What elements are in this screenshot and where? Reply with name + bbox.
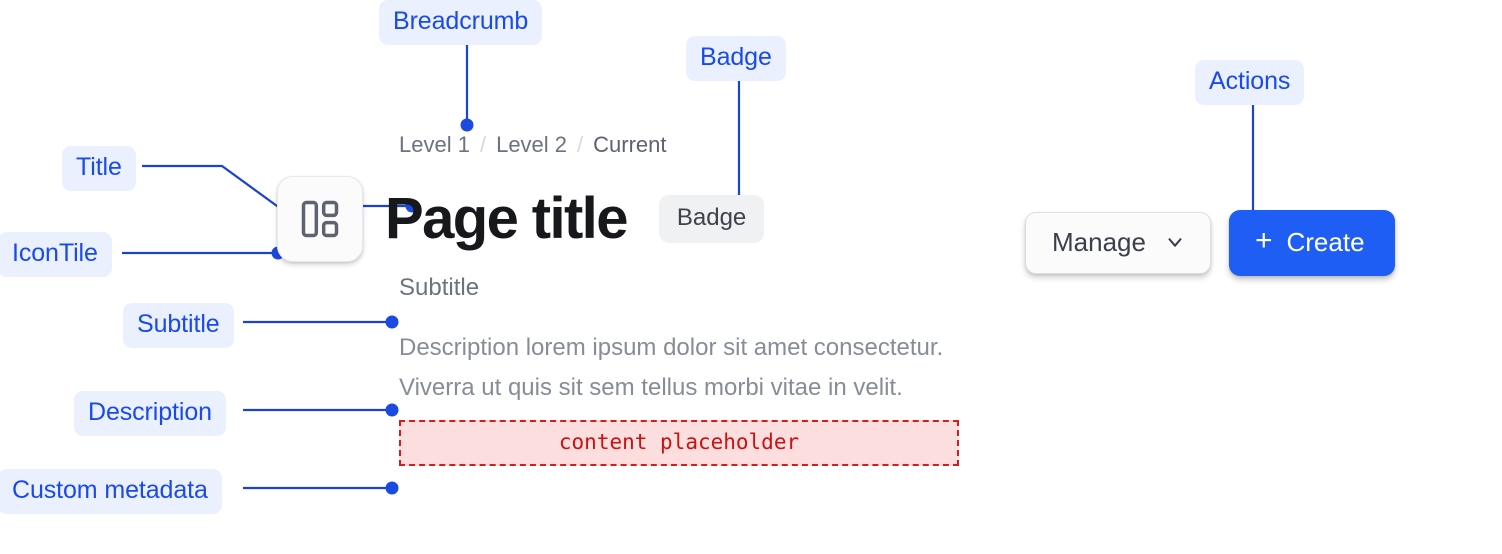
breadcrumb: Level 1 / Level 2 / Current bbox=[399, 130, 997, 160]
annotation-label-breadcrumb: Breadcrumb bbox=[379, 0, 543, 45]
annotation-label-title: Title bbox=[62, 146, 136, 191]
status-badge: Badge bbox=[658, 195, 765, 243]
create-button[interactable]: + Create bbox=[1228, 210, 1395, 276]
chevron-down-icon bbox=[1164, 231, 1186, 253]
annotation-label-custom-metadata: Custom metadata bbox=[0, 469, 222, 514]
breadcrumb-item-level-1[interactable]: Level 1 bbox=[399, 132, 470, 158]
breadcrumb-separator-icon: / bbox=[577, 132, 584, 157]
page-header-component: Level 1 / Level 2 / Current Page title B… bbox=[277, 130, 997, 466]
manage-button[interactable]: Manage bbox=[1025, 212, 1211, 274]
annotation-label-badge: Badge bbox=[686, 36, 786, 81]
breadcrumb-item-current: Current bbox=[593, 132, 667, 157]
layout-dashboard-icon bbox=[298, 197, 342, 241]
annotation-label-description: Description bbox=[74, 391, 226, 436]
annotation-label-subtitle: Subtitle bbox=[123, 303, 234, 348]
page-subtitle: Subtitle bbox=[399, 274, 480, 301]
plus-icon: + bbox=[1254, 224, 1273, 257]
custom-metadata-placeholder: content placeholder bbox=[399, 419, 959, 466]
connector-dot-metadata bbox=[385, 481, 399, 495]
breadcrumb-separator-icon: / bbox=[479, 132, 487, 157]
annotated-page-header-diagram: Breadcrumb Badge Actions Title IconTile … bbox=[0, 0, 1502, 554]
manage-button-label: Manage bbox=[1052, 227, 1146, 257]
annotation-label-actions: Actions bbox=[1195, 60, 1305, 105]
title-row: Page title Badge bbox=[277, 174, 997, 264]
icon-tile[interactable] bbox=[277, 176, 363, 262]
breadcrumb-item-level-2[interactable]: Level 2 bbox=[496, 132, 567, 158]
create-button-label: Create bbox=[1286, 227, 1365, 257]
page-title: Page title bbox=[385, 186, 628, 251]
annotation-label-icontile: IconTile bbox=[0, 232, 112, 277]
page-description: Description lorem ipsum dolor sit amet c… bbox=[399, 334, 944, 401]
page-header-actions: Manage + Create bbox=[1025, 210, 1395, 276]
